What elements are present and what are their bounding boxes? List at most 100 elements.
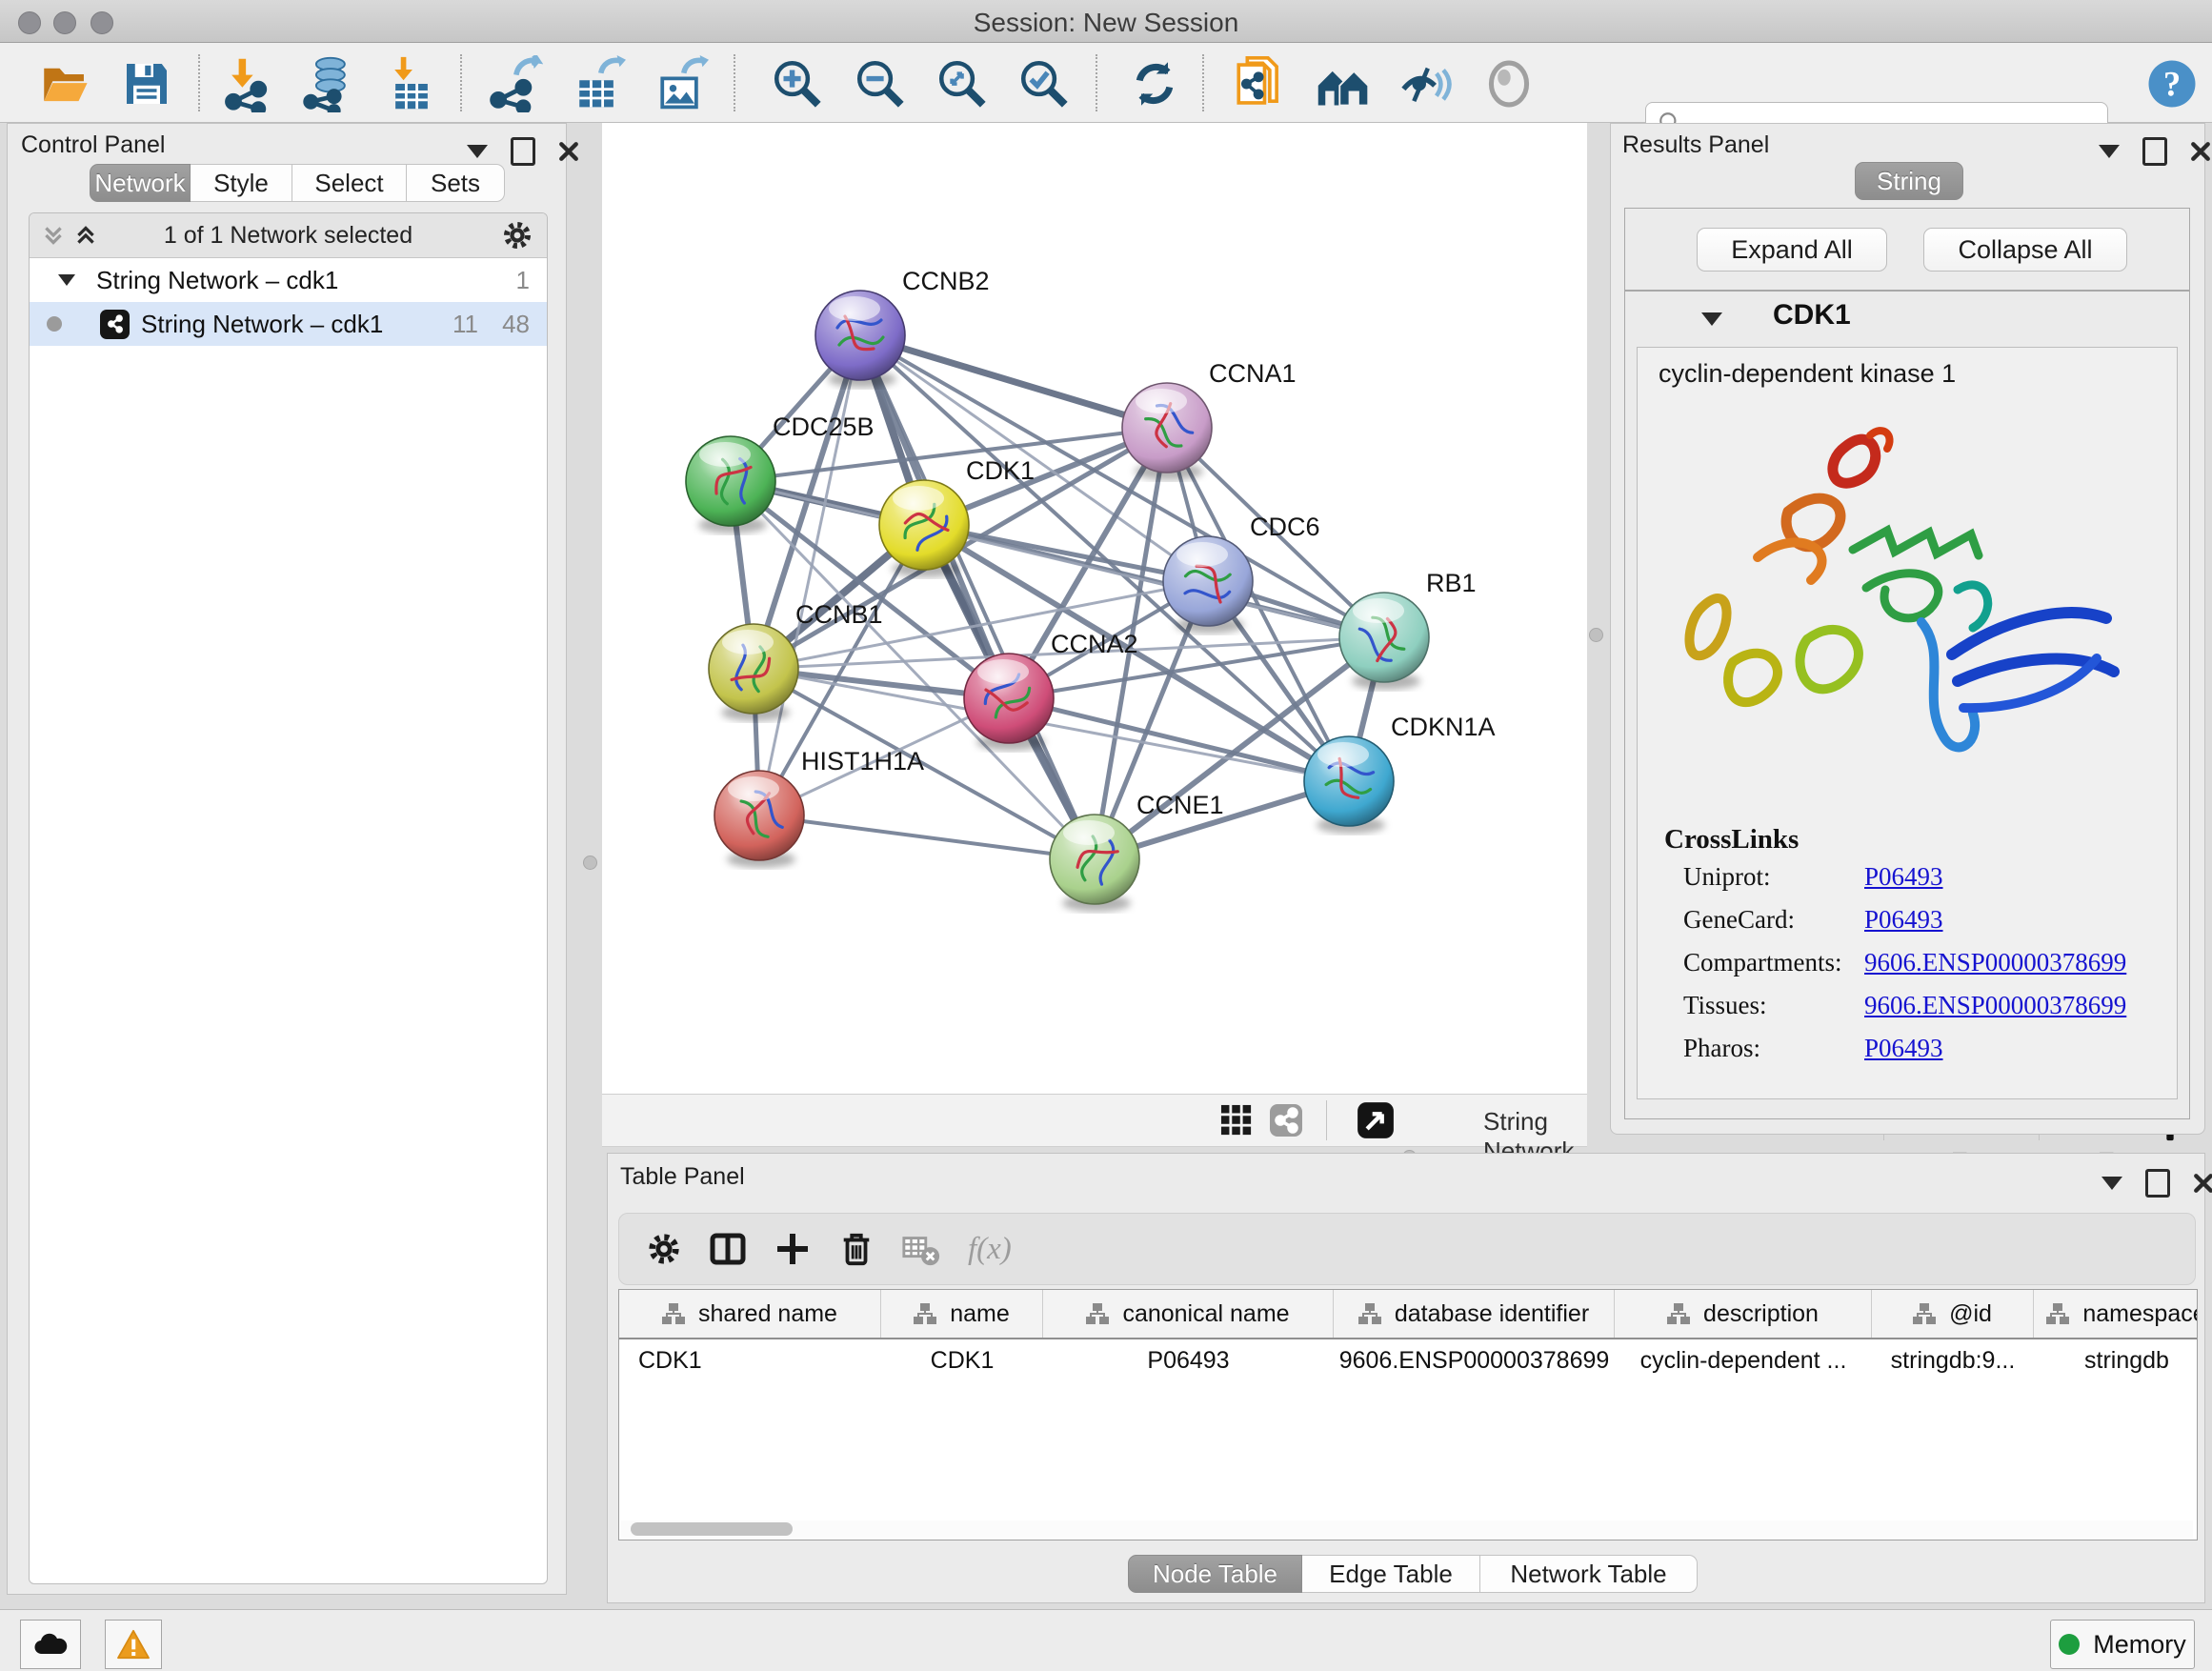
scrollbar-thumb[interactable] <box>631 1522 793 1536</box>
network-node[interactable]: HIST1H1A <box>714 747 924 860</box>
collapse-all-button[interactable]: Collapse All <box>1923 228 2127 272</box>
grid-view-icon[interactable] <box>1216 1099 1257 1141</box>
crosslink-link[interactable]: 9606.ENSP00000378699 <box>1864 948 2126 977</box>
network-node[interactable]: CCNE1 <box>1050 791 1224 904</box>
network-graph[interactable]: CCNB2CCNA1CDC25BCDK1CDC6RB1CCNB1CCNA2CDK… <box>602 123 1587 1094</box>
toolbar-separator <box>734 54 735 111</box>
crosslink-label: Uniprot: <box>1683 862 1771 891</box>
network-edge[interactable] <box>759 815 1095 859</box>
panel-close-icon[interactable] <box>558 141 579 162</box>
protein-collapse-icon[interactable] <box>1701 312 1722 326</box>
column-header-label: shared name <box>698 1300 837 1328</box>
column-header-description[interactable]: description <box>1615 1290 1872 1338</box>
left-splitter-handle[interactable] <box>583 856 597 870</box>
refresh-layout-icon[interactable] <box>1124 53 1185 114</box>
zoom-selected-icon[interactable] <box>1014 53 1075 114</box>
collection-collapse-icon[interactable] <box>58 274 75 286</box>
open-session-icon[interactable] <box>34 53 95 114</box>
tab-edge-table[interactable]: Edge Table <box>1302 1555 1480 1593</box>
toolbar-separator <box>1326 1100 1327 1140</box>
tab-network[interactable]: Network <box>90 164 191 202</box>
crosslink-link[interactable]: P06493 <box>1864 862 1943 892</box>
right-splitter-handle[interactable] <box>1589 628 1603 642</box>
share-document-icon[interactable] <box>1229 53 1290 114</box>
panel-menu-icon[interactable] <box>2099 145 2120 158</box>
warning-button[interactable] <box>105 1620 162 1669</box>
tab-node-table[interactable]: Node Table <box>1128 1555 1302 1593</box>
column-header-canonical-name[interactable]: canonical name <box>1043 1290 1334 1338</box>
control-panel: Control Panel Network Style Select Sets … <box>7 123 567 1595</box>
home-icon[interactable] <box>1313 53 1374 114</box>
network-edge[interactable] <box>860 335 1095 859</box>
gear-icon[interactable] <box>501 219 533 252</box>
svg-text:?: ? <box>2163 64 2181 103</box>
column-header--id[interactable]: @id <box>1872 1290 2034 1338</box>
control-panel-title: Control Panel <box>21 131 165 159</box>
tab-style[interactable]: Style <box>191 164 292 202</box>
network-node-count: 11 <box>452 310 478 339</box>
string-app-icon <box>100 310 130 339</box>
add-column-icon[interactable] <box>774 1230 812 1268</box>
crosslink-row: Compartments:9606.ENSP00000378699 <box>1683 948 2160 977</box>
table-cell[interactable]: P06493 <box>1043 1339 1334 1382</box>
expand-all-button[interactable]: Expand All <box>1697 228 1887 272</box>
show-hide-panels-icon[interactable] <box>1396 53 1457 114</box>
network-edge[interactable] <box>860 335 1167 428</box>
panel-float-icon[interactable] <box>2142 137 2167 166</box>
panel-close-icon[interactable] <box>2193 1173 2212 1194</box>
export-network-icon[interactable] <box>484 53 545 114</box>
zoom-fit-icon[interactable] <box>932 53 993 114</box>
import-database-icon[interactable] <box>298 53 359 114</box>
zoom-out-icon[interactable] <box>850 53 911 114</box>
panel-close-icon[interactable] <box>2190 141 2211 162</box>
zoom-in-icon[interactable] <box>767 53 828 114</box>
network-label: String Network – cdk1 <box>141 310 383 339</box>
network-node[interactable]: CDKN1A <box>1304 713 1496 826</box>
gear-icon[interactable] <box>646 1231 682 1267</box>
table-cell[interactable]: stringdb <box>2034 1339 2198 1382</box>
table-cell[interactable]: stringdb:9... <box>1872 1339 2034 1382</box>
table-row[interactable]: CDK1CDK1P064939606.ENSP00000378699cyclin… <box>619 1339 2197 1382</box>
panel-float-icon[interactable] <box>2145 1169 2170 1198</box>
tab-select[interactable]: Select <box>292 164 407 202</box>
crosslink-link[interactable]: P06493 <box>1864 1034 1943 1063</box>
column-header-database-identifier[interactable]: database identifier <box>1334 1290 1615 1338</box>
table-cell[interactable]: 9606.ENSP00000378699 <box>1334 1339 1615 1382</box>
column-header-shared-name[interactable]: shared name <box>619 1290 881 1338</box>
column-header-label: name <box>950 1300 1010 1328</box>
panel-menu-icon[interactable] <box>2101 1177 2122 1190</box>
memory-button[interactable]: Memory <box>2050 1620 2195 1669</box>
panel-float-icon[interactable] <box>511 137 535 166</box>
network-node[interactable]: RB1 <box>1339 569 1477 682</box>
network-node[interactable]: CDK1 <box>879 456 1035 570</box>
show-columns-icon[interactable] <box>709 1230 747 1268</box>
tab-network-table[interactable]: Network Table <box>1480 1555 1698 1593</box>
delete-table-icon <box>901 1229 941 1269</box>
network-row[interactable]: String Network – cdk1 11 48 <box>30 302 547 346</box>
network-node[interactable]: CCNB1 <box>709 600 883 714</box>
import-table-icon[interactable] <box>381 53 442 114</box>
cloud-button[interactable] <box>20 1620 81 1669</box>
network-edge[interactable] <box>759 335 860 815</box>
table-cell[interactable]: CDK1 <box>619 1339 881 1382</box>
save-session-icon[interactable] <box>116 53 177 114</box>
birds-eye-view-icon[interactable] <box>1353 1097 1398 1143</box>
network-collection-row[interactable]: String Network – cdk1 1 <box>30 258 547 302</box>
column-header-namespace[interactable]: namespace <box>2034 1290 2198 1338</box>
network-canvas[interactable]: CCNB2CCNA1CDC25BCDK1CDC6RB1CCNB1CCNA2CDK… <box>602 123 1587 1094</box>
crosslink-link[interactable]: 9606.ENSP00000378699 <box>1864 991 2126 1020</box>
export-table-icon[interactable] <box>567 53 628 114</box>
table-cell[interactable]: CDK1 <box>881 1339 1043 1382</box>
tab-sets[interactable]: Sets <box>407 164 505 202</box>
tab-string[interactable]: String <box>1855 162 1963 200</box>
network-node[interactable]: CCNA1 <box>1122 359 1297 473</box>
import-network-icon[interactable] <box>217 53 278 114</box>
table-cell[interactable]: cyclin-dependent ... <box>1615 1339 1872 1382</box>
column-header-name[interactable]: name <box>881 1290 1043 1338</box>
attribute-tree-icon <box>1358 1303 1381 1324</box>
delete-column-icon[interactable] <box>838 1231 875 1267</box>
help-button[interactable]: ? <box>2142 53 2202 114</box>
crosslink-link[interactable]: P06493 <box>1864 905 1943 935</box>
export-image-icon[interactable] <box>650 53 711 114</box>
panel-menu-icon[interactable] <box>467 145 488 158</box>
